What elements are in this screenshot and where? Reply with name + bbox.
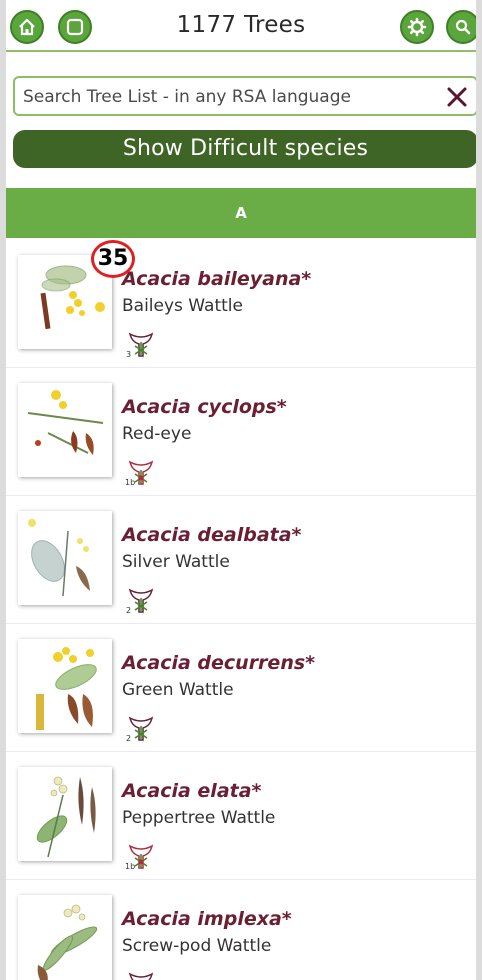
species-common-name: Red-eye bbox=[122, 424, 192, 444]
species-scientific-name: Acacia baileyana* bbox=[122, 268, 312, 290]
species-scientific-name: Acacia elata* bbox=[122, 780, 262, 802]
clear-search-button[interactable] bbox=[442, 82, 472, 112]
flower-code: 1b bbox=[125, 478, 135, 487]
flower-icon: 2 bbox=[126, 588, 154, 615]
species-common-name: Screw-pod Wattle bbox=[122, 936, 272, 956]
tree-thumbnail bbox=[18, 895, 112, 980]
search-button[interactable] bbox=[446, 10, 476, 44]
flower-code: 2 bbox=[126, 606, 131, 615]
section-header-a: A bbox=[6, 188, 476, 238]
species-common-name: Green Wattle bbox=[122, 680, 234, 700]
tree-thumbnail bbox=[18, 511, 112, 605]
search-box bbox=[13, 76, 476, 116]
flower-code: 1b bbox=[125, 862, 135, 871]
show-difficult-species-button[interactable]: Show Difficult species bbox=[13, 130, 476, 168]
search-input[interactable] bbox=[23, 84, 443, 110]
tree-list-item[interactable]: Acacia implexa* Screw-pod Wattle bbox=[6, 880, 476, 980]
species-common-name: Peppertree Wattle bbox=[122, 808, 276, 828]
count-badge: 35 bbox=[91, 240, 135, 278]
top-bar: 1177 Trees bbox=[6, 0, 476, 52]
gear-icon bbox=[407, 17, 427, 37]
tree-thumbnail bbox=[18, 639, 112, 733]
search-icon bbox=[455, 19, 471, 35]
species-scientific-name: Acacia cyclops* bbox=[122, 396, 287, 418]
app-screen: 1177 Trees Search Tree List - in any RSA… bbox=[6, 0, 476, 980]
species-scientific-name: Acacia implexa* bbox=[122, 908, 292, 930]
flower-icon: 2 bbox=[126, 716, 154, 743]
species-scientific-name: Acacia dealbata* bbox=[122, 524, 302, 546]
tree-list-item[interactable]: Acacia baileyana* Baileys Wattle 3 bbox=[6, 240, 476, 368]
flower-icon bbox=[128, 972, 154, 980]
tree-list-item[interactable]: Acacia elata* Peppertree Wattle 1b bbox=[6, 752, 476, 880]
flower-code: 2 bbox=[126, 734, 131, 743]
tree-thumbnail bbox=[18, 767, 112, 861]
tree-list-item[interactable]: Acacia cyclops* Red-eye 1b bbox=[6, 368, 476, 496]
tree-list: Acacia baileyana* Baileys Wattle 3 Acaci… bbox=[6, 240, 476, 980]
close-icon bbox=[447, 87, 467, 107]
species-common-name: Silver Wattle bbox=[122, 552, 230, 572]
species-scientific-name: Acacia decurrens* bbox=[122, 652, 316, 674]
tree-list-item[interactable]: Acacia decurrens* Green Wattle 2 bbox=[6, 624, 476, 752]
settings-button[interactable] bbox=[400, 10, 434, 44]
flower-icon: 1b bbox=[125, 460, 154, 487]
tree-list-item[interactable]: Acacia dealbata* Silver Wattle 2 bbox=[6, 496, 476, 624]
species-common-name: Baileys Wattle bbox=[122, 296, 243, 316]
flower-code: 3 bbox=[126, 350, 131, 359]
flower-icon: 3 bbox=[126, 332, 154, 359]
tree-thumbnail bbox=[18, 383, 112, 477]
flower-icon: 1b bbox=[125, 844, 154, 871]
